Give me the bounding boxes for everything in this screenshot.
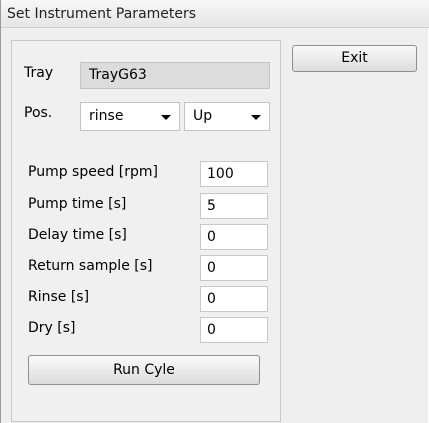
exit-button[interactable]: Exit xyxy=(292,45,417,72)
delay-time-label: Delay time [s] xyxy=(28,227,127,243)
exit-label: Exit xyxy=(341,50,368,66)
tray-field: TrayG63 xyxy=(80,62,270,89)
tray-value: TrayG63 xyxy=(89,67,147,83)
position-direction-select[interactable]: Up xyxy=(184,102,270,131)
tray-label: Tray xyxy=(24,65,54,81)
rinse-value: 0 xyxy=(207,291,216,307)
pump-speed-value: 100 xyxy=(207,166,234,182)
chevron-down-icon xyxy=(251,115,261,120)
set-instrument-parameters-window: Set Instrument Parameters Tray TrayG63 P… xyxy=(0,0,429,423)
position-direction-value: Up xyxy=(193,108,213,124)
rinse-label: Rinse [s] xyxy=(28,289,90,305)
position-location-value: rinse xyxy=(89,108,124,124)
return-sample-input[interactable]: 0 xyxy=(200,255,268,281)
position-label: Pos. xyxy=(24,105,53,121)
dry-input[interactable]: 0 xyxy=(200,317,268,343)
pump-time-label: Pump time [s] xyxy=(28,196,127,212)
dry-label: Dry [s] xyxy=(28,320,76,336)
chevron-down-icon xyxy=(161,115,171,120)
parameters-panel: Tray TrayG63 Pos. rinse Up Pump speed [r… xyxy=(11,40,281,422)
run-cycle-button[interactable]: Run Cyle xyxy=(28,355,260,385)
return-sample-value: 0 xyxy=(207,260,216,276)
rinse-input[interactable]: 0 xyxy=(200,286,268,312)
pump-time-input[interactable]: 5 xyxy=(200,193,268,219)
delay-time-input[interactable]: 0 xyxy=(200,224,268,250)
title-bar: Set Instrument Parameters xyxy=(1,0,429,28)
pump-time-value: 5 xyxy=(207,198,216,214)
delay-time-value: 0 xyxy=(207,229,216,245)
pump-speed-input[interactable]: 100 xyxy=(200,161,268,187)
run-cycle-label: Run Cyle xyxy=(113,362,175,378)
window-title: Set Instrument Parameters xyxy=(7,6,197,22)
position-location-select[interactable]: rinse xyxy=(80,102,180,131)
return-sample-label: Return sample [s] xyxy=(28,258,153,274)
dry-value: 0 xyxy=(207,322,216,338)
pump-speed-label: Pump speed [rpm] xyxy=(28,164,158,180)
